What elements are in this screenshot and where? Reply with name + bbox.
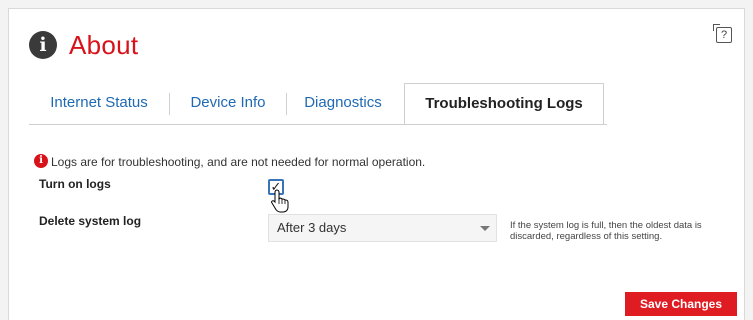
tab-underline [29, 124, 607, 125]
delete-log-select[interactable]: After 3 days [268, 214, 497, 242]
about-panel: i About ? Internet Status Device Info Di… [8, 8, 745, 320]
hand-cursor-icon [271, 189, 289, 213]
tab-device-info[interactable]: Device Info [170, 83, 286, 123]
save-changes-button[interactable]: Save Changes [625, 292, 737, 316]
delete-system-log-label: Delete system log [39, 214, 142, 228]
notice: i Logs are for troubleshooting, and are … [34, 154, 426, 169]
delete-log-help-text: If the system log is full, then the olde… [510, 220, 702, 242]
help-icon[interactable]: ? [713, 24, 732, 43]
tab-troubleshooting-logs[interactable]: Troubleshooting Logs [404, 83, 604, 125]
tab-internet-status[interactable]: Internet Status [29, 83, 169, 123]
notice-text: Logs are for troubleshooting, and are no… [51, 155, 426, 169]
info-icon: i [29, 31, 57, 59]
chevron-down-icon [480, 226, 490, 231]
delete-log-selected-value: After 3 days [277, 220, 347, 235]
tab-diagnostics[interactable]: Diagnostics [287, 83, 399, 123]
turn-on-logs-label: Turn on logs [39, 177, 111, 191]
info-icon: i [34, 154, 48, 168]
page-title: About [69, 30, 139, 60]
